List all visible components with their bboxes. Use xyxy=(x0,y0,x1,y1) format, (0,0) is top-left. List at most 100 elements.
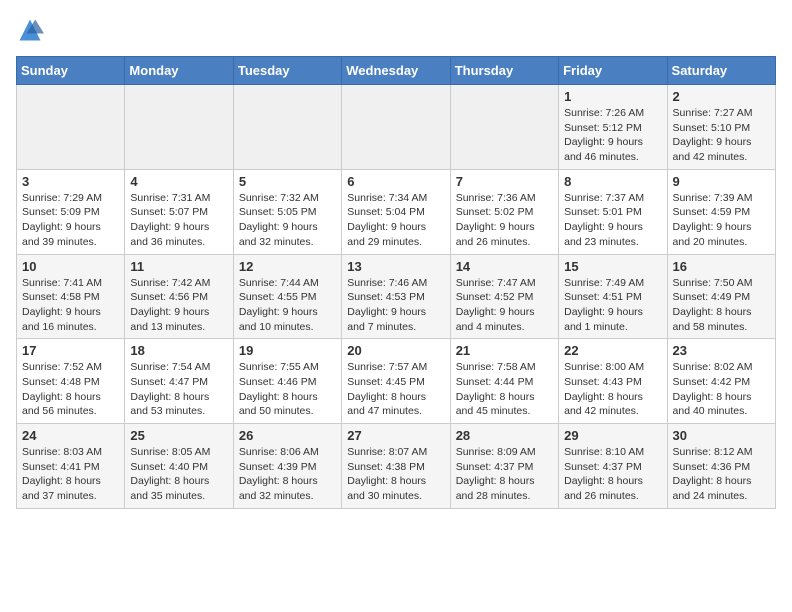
header-sunday: Sunday xyxy=(17,57,125,85)
day-info: Sunrise: 7:26 AM Sunset: 5:12 PM Dayligh… xyxy=(564,106,661,165)
day-number: 8 xyxy=(564,174,661,189)
day-info: Sunrise: 7:58 AM Sunset: 4:44 PM Dayligh… xyxy=(456,360,553,419)
day-info: Sunrise: 8:02 AM Sunset: 4:42 PM Dayligh… xyxy=(673,360,770,419)
day-number: 25 xyxy=(130,428,227,443)
calendar-cell: 7 Sunrise: 7:36 AM Sunset: 5:02 PM Daylig… xyxy=(450,169,558,254)
day-number: 21 xyxy=(456,343,553,358)
day-number: 29 xyxy=(564,428,661,443)
calendar-cell: 24 Sunrise: 8:03 AM Sunset: 4:41 PM Dayli… xyxy=(17,424,125,509)
day-info: Sunrise: 7:49 AM Sunset: 4:51 PM Dayligh… xyxy=(564,276,661,335)
day-info: Sunrise: 8:03 AM Sunset: 4:41 PM Dayligh… xyxy=(22,445,119,504)
calendar-cell: 1 Sunrise: 7:26 AM Sunset: 5:12 PM Daylig… xyxy=(559,85,667,170)
day-number: 9 xyxy=(673,174,770,189)
day-info: Sunrise: 7:47 AM Sunset: 4:52 PM Dayligh… xyxy=(456,276,553,335)
calendar-cell xyxy=(17,85,125,170)
day-number: 19 xyxy=(239,343,336,358)
calendar-cell: 25 Sunrise: 8:05 AM Sunset: 4:40 PM Dayli… xyxy=(125,424,233,509)
day-number: 20 xyxy=(347,343,444,358)
header-friday: Friday xyxy=(559,57,667,85)
calendar-cell: 30 Sunrise: 8:12 AM Sunset: 4:36 PM Dayli… xyxy=(667,424,775,509)
day-number: 26 xyxy=(239,428,336,443)
calendar-cell: 16Sunrise: 7:50 AM Sunset: 4:49 PM Dayli… xyxy=(667,254,775,339)
day-info: Sunrise: 7:55 AM Sunset: 4:46 PM Dayligh… xyxy=(239,360,336,419)
header-saturday: Saturday xyxy=(667,57,775,85)
day-number: 30 xyxy=(673,428,770,443)
day-info: Sunrise: 7:36 AM Sunset: 5:02 PM Dayligh… xyxy=(456,191,553,250)
day-info: Sunrise: 8:09 AM Sunset: 4:37 PM Dayligh… xyxy=(456,445,553,504)
calendar-cell xyxy=(233,85,341,170)
day-number: 22 xyxy=(564,343,661,358)
calendar-cell: 5 Sunrise: 7:32 AM Sunset: 5:05 PM Daylig… xyxy=(233,169,341,254)
day-info: Sunrise: 7:44 AM Sunset: 4:55 PM Dayligh… xyxy=(239,276,336,335)
day-number: 6 xyxy=(347,174,444,189)
day-number: 17 xyxy=(22,343,119,358)
calendar-cell: 21 Sunrise: 7:58 AM Sunset: 4:44 PM Dayli… xyxy=(450,339,558,424)
calendar-cell: 2 Sunrise: 7:27 AM Sunset: 5:10 PM Daylig… xyxy=(667,85,775,170)
day-number: 2 xyxy=(673,89,770,104)
day-number: 11 xyxy=(130,259,227,274)
day-info: Sunrise: 7:31 AM Sunset: 5:07 PM Dayligh… xyxy=(130,191,227,250)
logo xyxy=(16,16,48,44)
calendar-cell: 15Sunrise: 7:49 AM Sunset: 4:51 PM Dayli… xyxy=(559,254,667,339)
day-info: Sunrise: 8:12 AM Sunset: 4:36 PM Dayligh… xyxy=(673,445,770,504)
week-row-1: 3Sunrise: 7:29 AM Sunset: 5:09 PM Daylig… xyxy=(17,169,776,254)
day-info: Sunrise: 7:57 AM Sunset: 4:45 PM Dayligh… xyxy=(347,360,444,419)
day-number: 12 xyxy=(239,259,336,274)
week-row-2: 10Sunrise: 7:41 AM Sunset: 4:58 PM Dayli… xyxy=(17,254,776,339)
day-info: Sunrise: 7:29 AM Sunset: 5:09 PM Dayligh… xyxy=(22,191,119,250)
calendar-cell: 20 Sunrise: 7:57 AM Sunset: 4:45 PM Dayli… xyxy=(342,339,450,424)
calendar-cell: 11 Sunrise: 7:42 AM Sunset: 4:56 PM Dayli… xyxy=(125,254,233,339)
day-number: 23 xyxy=(673,343,770,358)
calendar-cell: 12 Sunrise: 7:44 AM Sunset: 4:55 PM Dayli… xyxy=(233,254,341,339)
day-info: Sunrise: 7:41 AM Sunset: 4:58 PM Dayligh… xyxy=(22,276,119,335)
day-number: 1 xyxy=(564,89,661,104)
day-info: Sunrise: 7:32 AM Sunset: 5:05 PM Dayligh… xyxy=(239,191,336,250)
calendar-cell: 6 Sunrise: 7:34 AM Sunset: 5:04 PM Daylig… xyxy=(342,169,450,254)
calendar-cell: 22 Sunrise: 8:00 AM Sunset: 4:43 PM Dayli… xyxy=(559,339,667,424)
calendar-cell: 13 Sunrise: 7:46 AM Sunset: 4:53 PM Dayli… xyxy=(342,254,450,339)
day-number: 5 xyxy=(239,174,336,189)
calendar-cell: 9 Sunrise: 7:39 AM Sunset: 4:59 PM Daylig… xyxy=(667,169,775,254)
day-info: Sunrise: 7:27 AM Sunset: 5:10 PM Dayligh… xyxy=(673,106,770,165)
day-info: Sunrise: 8:00 AM Sunset: 4:43 PM Dayligh… xyxy=(564,360,661,419)
day-info: Sunrise: 8:07 AM Sunset: 4:38 PM Dayligh… xyxy=(347,445,444,504)
day-number: 28 xyxy=(456,428,553,443)
header xyxy=(16,16,776,44)
week-row-4: 24 Sunrise: 8:03 AM Sunset: 4:41 PM Dayli… xyxy=(17,424,776,509)
calendar-cell: 27Sunrise: 8:07 AM Sunset: 4:38 PM Dayli… xyxy=(342,424,450,509)
day-info: Sunrise: 8:05 AM Sunset: 4:40 PM Dayligh… xyxy=(130,445,227,504)
calendar-cell: 28 Sunrise: 8:09 AM Sunset: 4:37 PM Dayli… xyxy=(450,424,558,509)
calendar-cell xyxy=(125,85,233,170)
calendar-cell xyxy=(342,85,450,170)
logo-icon xyxy=(16,16,44,44)
day-info: Sunrise: 7:46 AM Sunset: 4:53 PM Dayligh… xyxy=(347,276,444,335)
day-info: Sunrise: 7:37 AM Sunset: 5:01 PM Dayligh… xyxy=(564,191,661,250)
calendar: SundayMondayTuesdayWednesdayThursdayFrid… xyxy=(16,56,776,509)
header-wednesday: Wednesday xyxy=(342,57,450,85)
calendar-cell: 10Sunrise: 7:41 AM Sunset: 4:58 PM Dayli… xyxy=(17,254,125,339)
calendar-cell: 17 Sunrise: 7:52 AM Sunset: 4:48 PM Dayli… xyxy=(17,339,125,424)
calendar-cell xyxy=(450,85,558,170)
day-info: Sunrise: 8:06 AM Sunset: 4:39 PM Dayligh… xyxy=(239,445,336,504)
day-info: Sunrise: 7:34 AM Sunset: 5:04 PM Dayligh… xyxy=(347,191,444,250)
day-info: Sunrise: 7:54 AM Sunset: 4:47 PM Dayligh… xyxy=(130,360,227,419)
day-number: 18 xyxy=(130,343,227,358)
header-thursday: Thursday xyxy=(450,57,558,85)
calendar-cell: 26 Sunrise: 8:06 AM Sunset: 4:39 PM Dayli… xyxy=(233,424,341,509)
day-number: 13 xyxy=(347,259,444,274)
day-info: Sunrise: 7:52 AM Sunset: 4:48 PM Dayligh… xyxy=(22,360,119,419)
calendar-cell: 19 Sunrise: 7:55 AM Sunset: 4:46 PM Dayli… xyxy=(233,339,341,424)
day-info: Sunrise: 7:39 AM Sunset: 4:59 PM Dayligh… xyxy=(673,191,770,250)
day-number: 7 xyxy=(456,174,553,189)
header-monday: Monday xyxy=(125,57,233,85)
calendar-cell: 18 Sunrise: 7:54 AM Sunset: 4:47 PM Dayli… xyxy=(125,339,233,424)
day-number: 24 xyxy=(22,428,119,443)
calendar-cell: 3Sunrise: 7:29 AM Sunset: 5:09 PM Daylig… xyxy=(17,169,125,254)
day-info: Sunrise: 7:42 AM Sunset: 4:56 PM Dayligh… xyxy=(130,276,227,335)
week-row-0: 1 Sunrise: 7:26 AM Sunset: 5:12 PM Daylig… xyxy=(17,85,776,170)
calendar-cell: 8 Sunrise: 7:37 AM Sunset: 5:01 PM Daylig… xyxy=(559,169,667,254)
day-info: Sunrise: 7:50 AM Sunset: 4:49 PM Dayligh… xyxy=(673,276,770,335)
calendar-cell: 29Sunrise: 8:10 AM Sunset: 4:37 PM Dayli… xyxy=(559,424,667,509)
calendar-header-row: SundayMondayTuesdayWednesdayThursdayFrid… xyxy=(17,57,776,85)
calendar-cell: 14Sunrise: 7:47 AM Sunset: 4:52 PM Dayli… xyxy=(450,254,558,339)
